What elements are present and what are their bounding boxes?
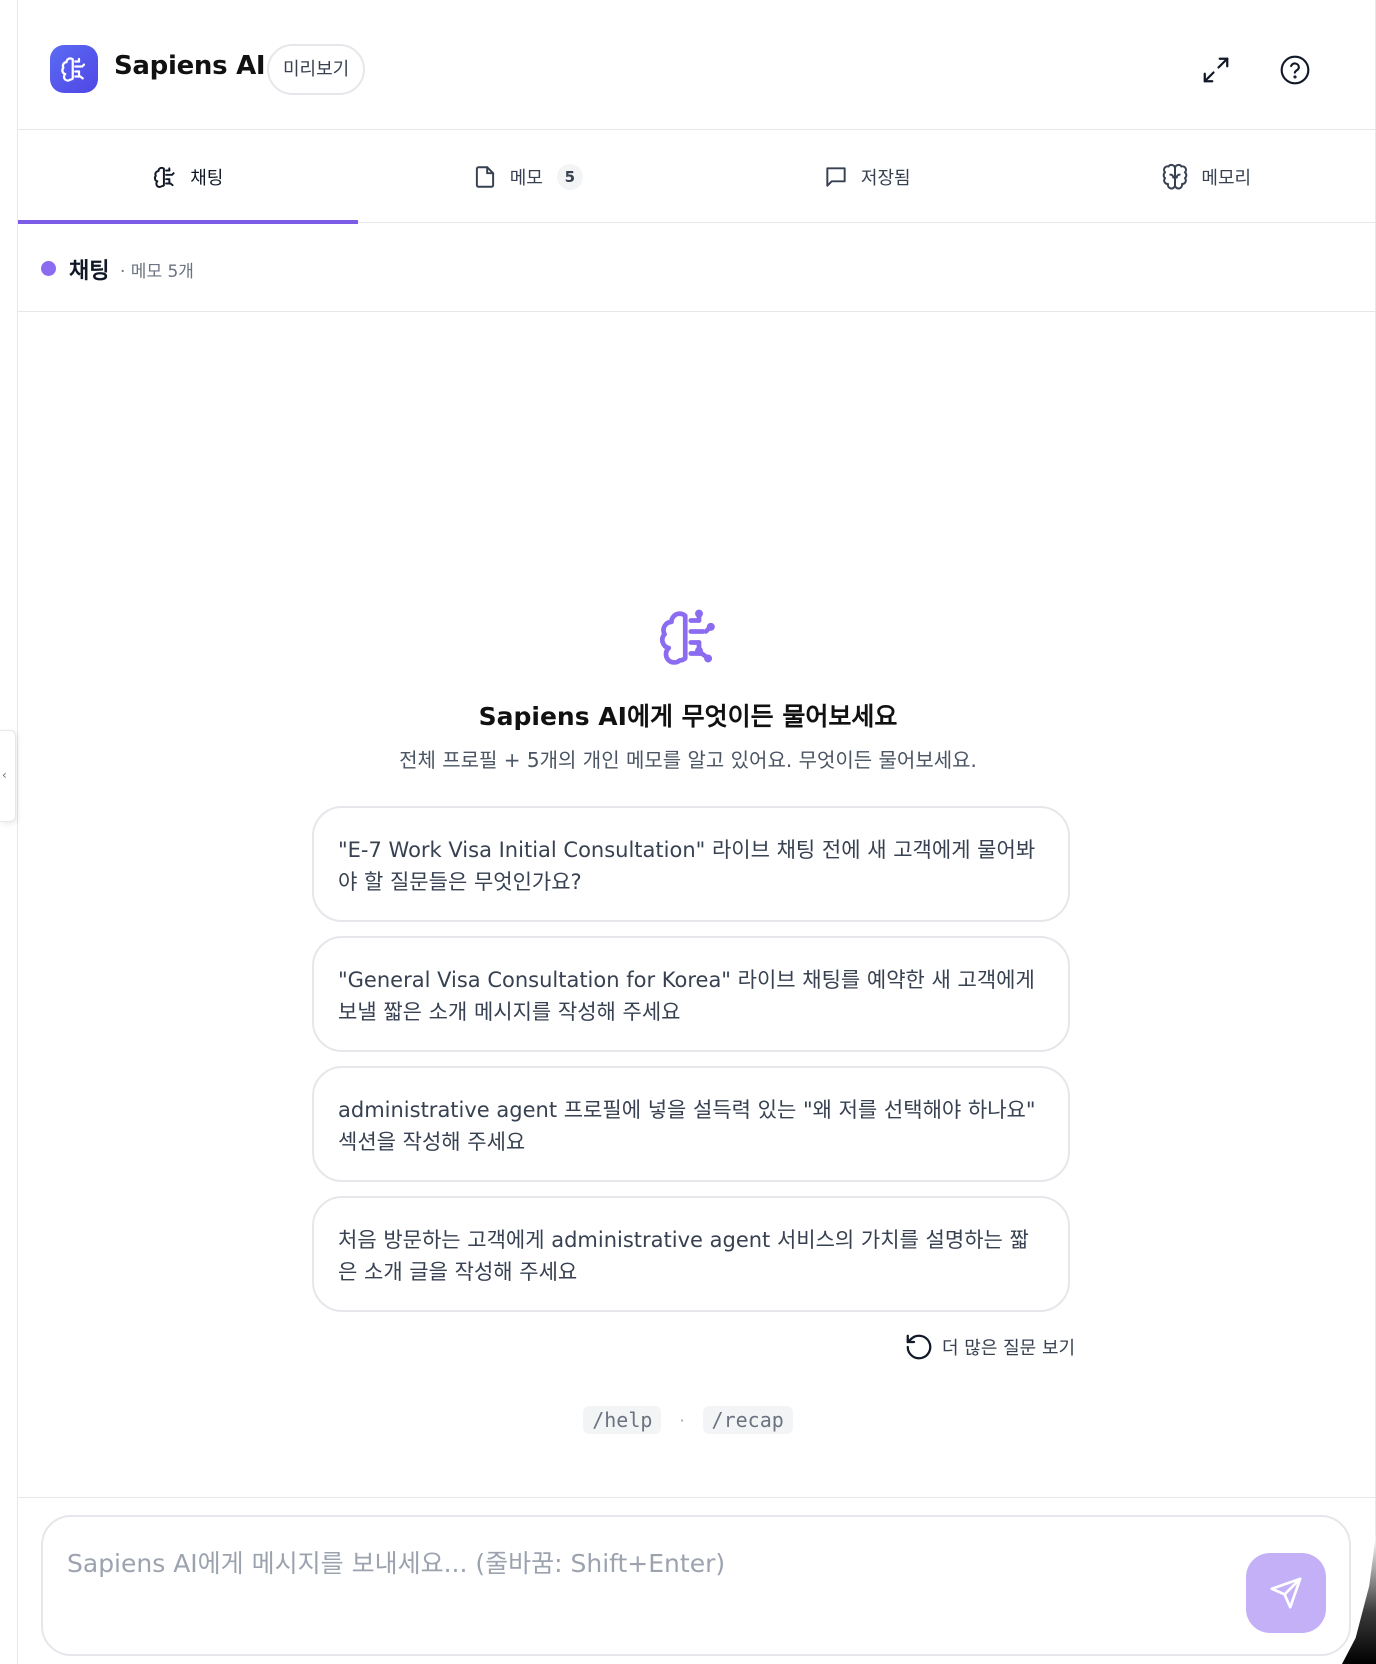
status-subtitle: · 메모 5개 — [120, 262, 194, 282]
empty-state-title: Sapiens AI에게 무엇이든 물어보세요 — [478, 702, 898, 731]
tab-chat[interactable]: 채팅 — [18, 131, 358, 224]
app-header: Sapiens AI 미리보기 — [18, 0, 1376, 130]
chat-status-bar: 채팅 · 메모 5개 — [18, 224, 1376, 312]
brain-icon — [154, 166, 175, 188]
command-separator: · — [679, 1410, 685, 1430]
tab-memory[interactable]: 메모리 — [1037, 131, 1376, 223]
message-composer — [41, 1515, 1351, 1656]
expand-icon — [1203, 57, 1229, 83]
status-title: 채팅 — [69, 259, 110, 284]
help-button[interactable] — [1275, 50, 1315, 90]
command-help[interactable]: /help — [583, 1406, 662, 1434]
tab-memo-count: 5 — [556, 164, 583, 190]
tab-saved[interactable]: 저장됨 — [697, 131, 1037, 223]
tab-memo[interactable]: 메모 5 — [358, 131, 698, 223]
message-input[interactable] — [67, 1543, 1207, 1583]
command-recap[interactable]: /recap — [702, 1406, 793, 1434]
file-icon — [475, 166, 494, 188]
more-questions-label: 더 많은 질문 보기 — [942, 1338, 1076, 1359]
suggestion-card[interactable]: "E-7 Work Visa Initial Consultation" 라이브… — [312, 806, 1070, 922]
tab-chat-label: 채팅 — [190, 168, 224, 189]
tab-saved-label: 저장됨 — [860, 168, 911, 189]
refresh-icon — [906, 1334, 932, 1360]
more-questions-button[interactable]: 더 많은 질문 보기 — [904, 1332, 1075, 1362]
help-circle-icon — [1280, 55, 1310, 85]
preview-badge: 미리보기 — [267, 44, 366, 95]
tab-bar: 채팅 메모 5 저장됨 메모리 — [18, 131, 1376, 224]
brain-icon — [61, 57, 86, 82]
expand-button[interactable] — [1196, 50, 1236, 90]
empty-state-subtitle: 전체 프로필 + 5개의 개인 메모를 알고 있어요. 무엇이든 물어보세요. — [399, 748, 977, 772]
brain-icon — [655, 604, 721, 670]
brain-outline-icon — [1163, 163, 1188, 190]
app-logo — [50, 45, 98, 93]
send-icon — [1270, 1577, 1302, 1609]
tab-memo-label: 메모 — [509, 168, 543, 189]
tab-memory-label: 메모리 — [1201, 168, 1252, 189]
suggestion-card[interactable]: administrative agent 프로필에 넣을 설득력 있는 "왜 저… — [312, 1066, 1070, 1182]
suggestion-card[interactable]: "General Visa Consultation for Korea" 라이… — [312, 936, 1070, 1052]
suggestion-card[interactable]: 처음 방문하는 고객에게 administrative agent 서비스의 가… — [312, 1196, 1070, 1312]
status-dot — [41, 261, 56, 276]
send-button[interactable] — [1246, 1553, 1326, 1633]
chat-bubble-icon — [826, 167, 846, 187]
command-hints: /help · /recap — [0, 1406, 1376, 1434]
app-title: Sapiens AI — [114, 51, 266, 81]
